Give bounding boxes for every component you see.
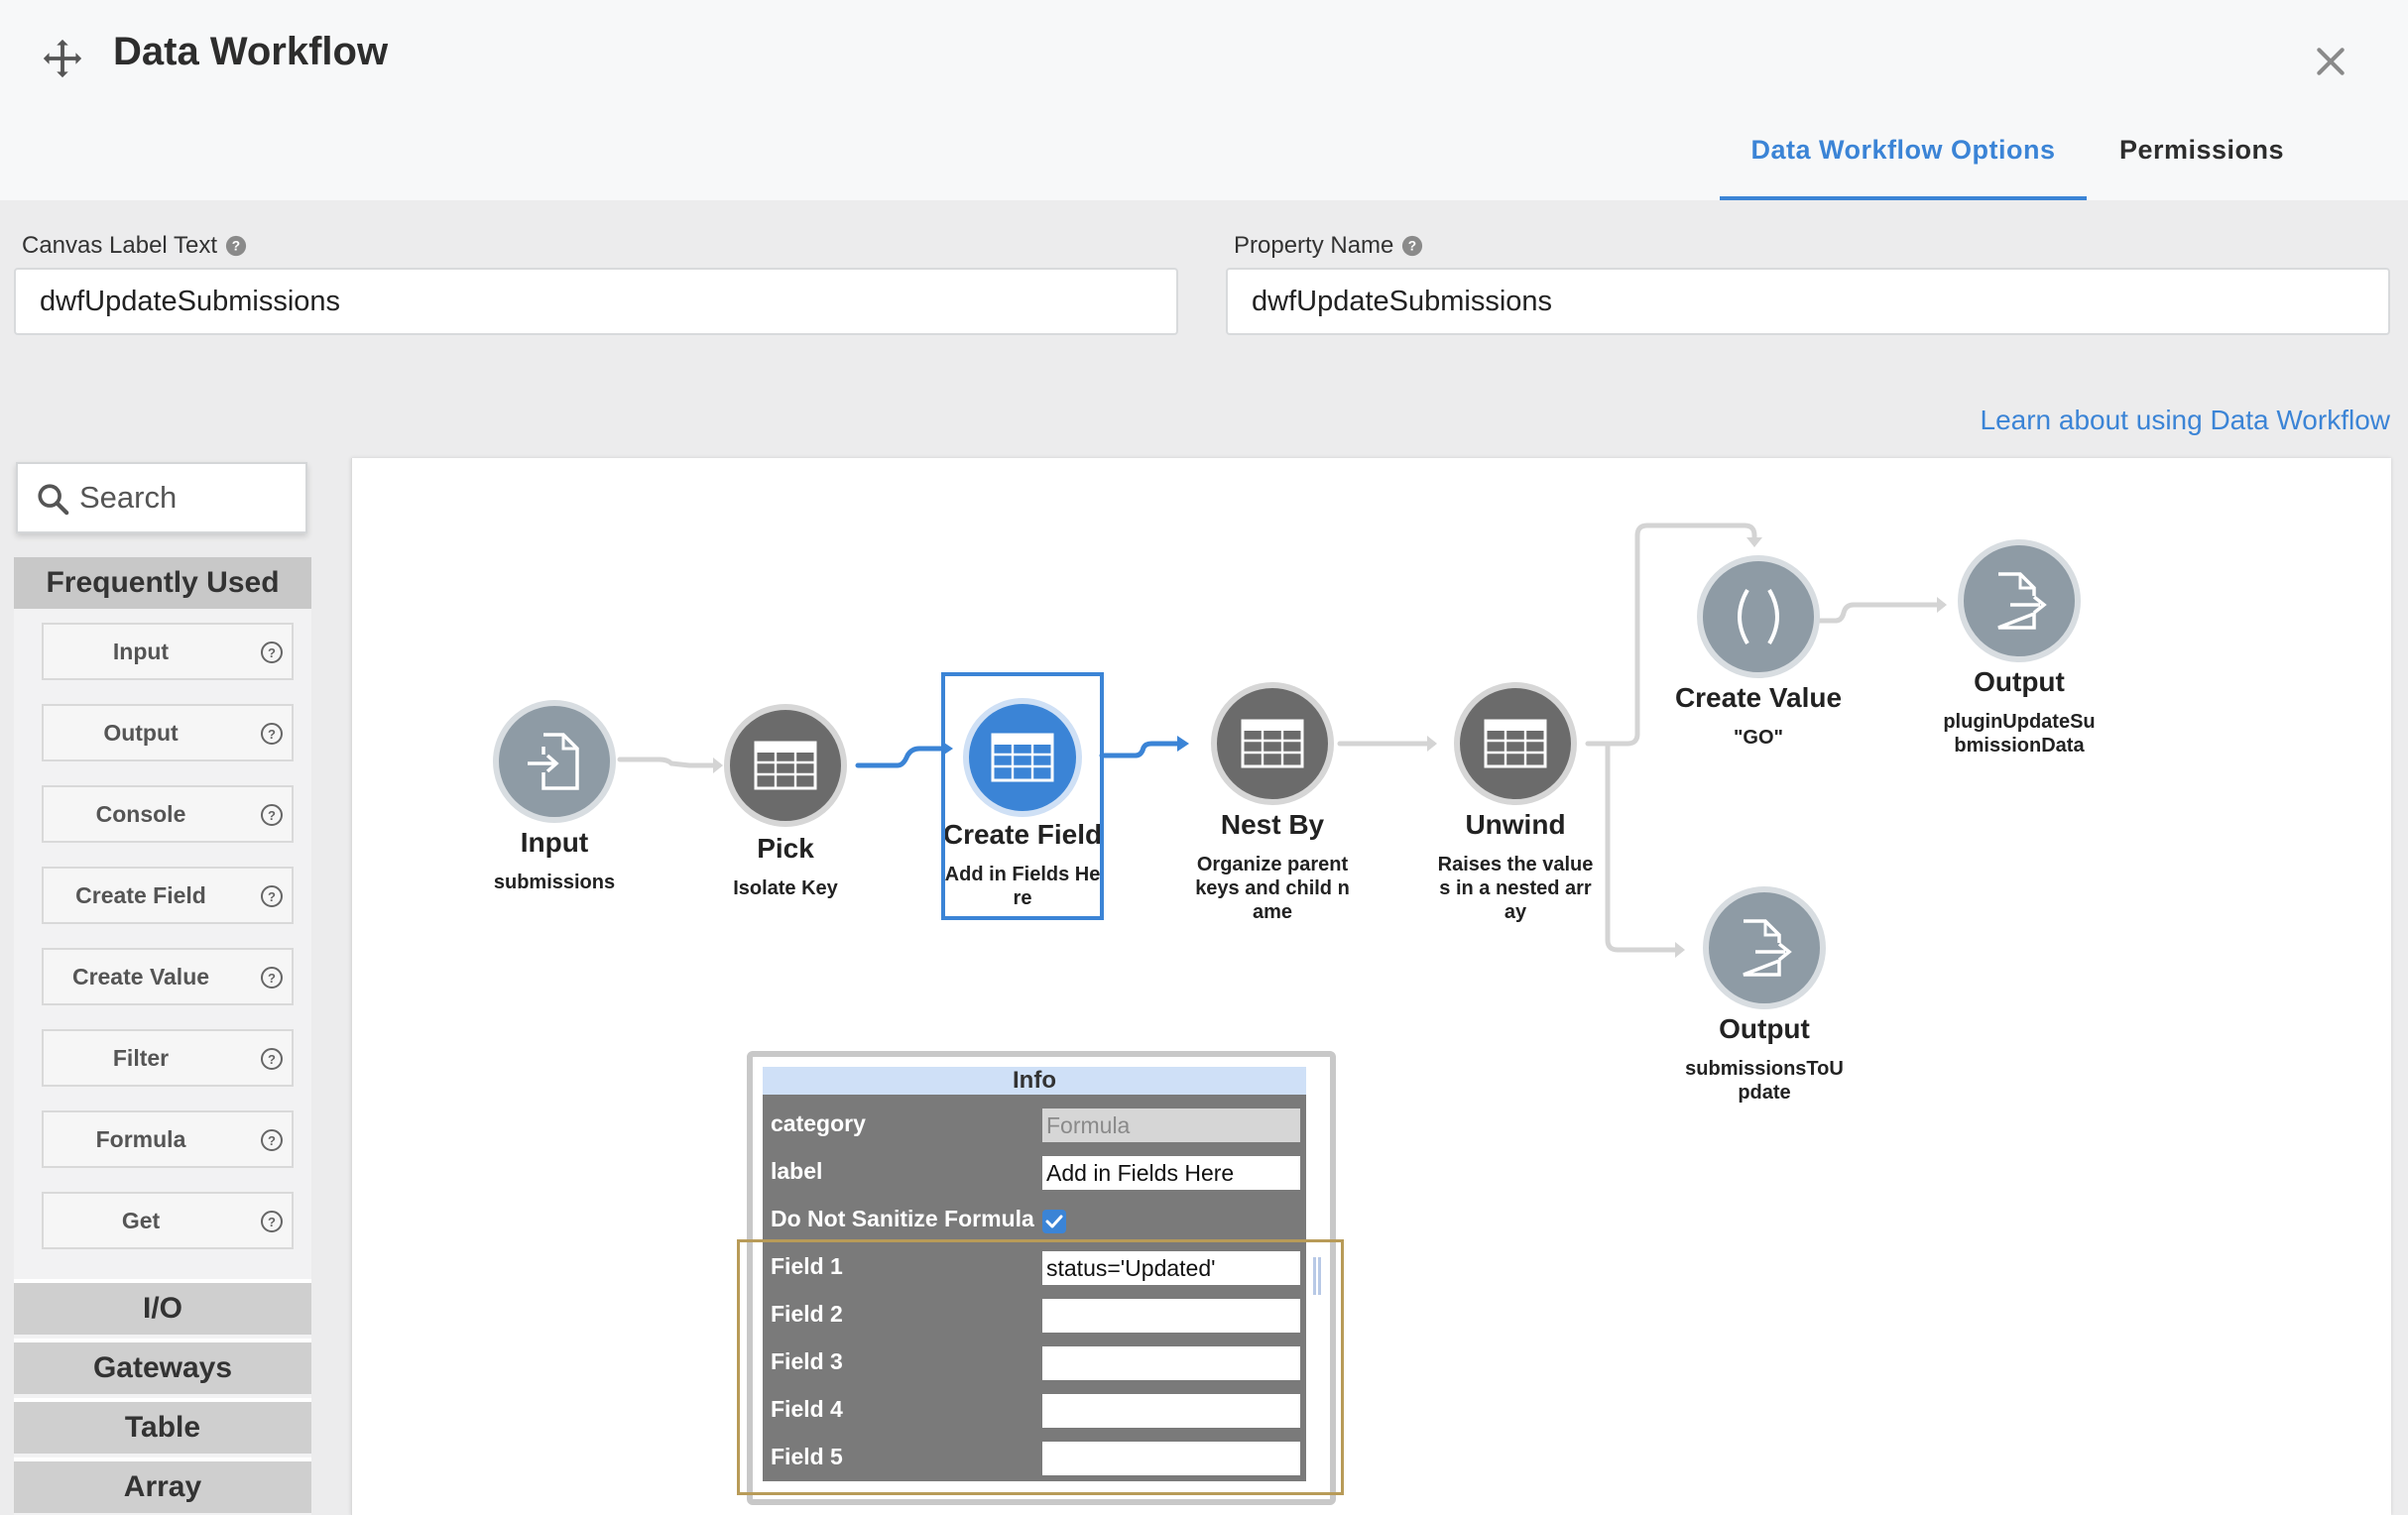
palette-item-output[interactable]: Output? (42, 704, 294, 761)
help-icon[interactable]: ? (260, 884, 284, 908)
edge-input-pick (617, 757, 722, 768)
info-value-input: Formula (1042, 1108, 1300, 1142)
palette-item-label: Create Value (71, 964, 210, 990)
edge-createvalue-output (1813, 602, 1946, 624)
svg-text:?: ? (232, 239, 240, 254)
help-icon[interactable]: ? (260, 803, 284, 827)
palette-item-label: Console (95, 801, 186, 827)
palette-item-label: Input (112, 639, 170, 664)
info-header: Info (763, 1067, 1306, 1095)
svg-text:?: ? (268, 1215, 276, 1229)
tab-data-workflow-options[interactable]: Data Workflow Options (1720, 135, 2087, 200)
category-io[interactable]: I/O (14, 1279, 311, 1335)
info-key: label (771, 1158, 823, 1184)
info-key: Do Not Sanitize Formula (771, 1206, 1034, 1231)
node-subtitle: Organize parent keys and child name (1195, 854, 1350, 923)
file-export-icon[interactable] (1958, 539, 2081, 662)
fields-highlight (737, 1239, 1344, 1495)
palette-item-create-field[interactable]: Create Field? (42, 867, 294, 924)
palette-item-label: Get (121, 1208, 161, 1233)
node-title: Create Value (1674, 682, 1843, 713)
svg-text:?: ? (1408, 239, 1416, 254)
tab-permissions[interactable]: Permissions (2103, 135, 2301, 166)
close-icon[interactable] (2311, 42, 2350, 81)
node-title: Unwind (1465, 809, 1566, 840)
node-subtitle: submissionsToUpdate (1685, 1058, 1844, 1104)
search-placeholder: Search (79, 480, 178, 515)
category-gateways[interactable]: Gateways (14, 1339, 311, 1394)
search-icon (38, 484, 69, 516)
palette-item-label: Filter (112, 1045, 170, 1071)
canvas-label-text-caption: Canvas Label Text (22, 232, 218, 259)
palette-item-create-value[interactable]: Create Value? (42, 948, 294, 1005)
node-subtitle: "GO" (1733, 727, 1784, 749)
workflow-edges (617, 523, 1947, 958)
file-import-icon[interactable] (493, 700, 616, 823)
node-subtitle: pluginUpdateSubmissionData (1943, 711, 2096, 757)
palette-item-input[interactable]: Input? (42, 623, 294, 680)
help-icon[interactable]: ? (225, 235, 247, 257)
node-subtitle: Isolate Key (733, 877, 838, 899)
table-icon[interactable] (1211, 682, 1334, 805)
move-icon[interactable] (40, 36, 85, 81)
node-title: Input (520, 827, 589, 858)
table-icon[interactable] (1454, 682, 1577, 805)
help-icon[interactable]: ? (260, 1047, 284, 1071)
svg-text:?: ? (268, 1133, 276, 1148)
node-title: Output (1974, 666, 2065, 697)
edge-pick-createfield (855, 746, 950, 768)
resize-handle-icon[interactable] (1312, 1257, 1322, 1295)
learn-link[interactable]: Learn about using Data Workflow (1981, 405, 2391, 436)
svg-text:?: ? (268, 1052, 276, 1067)
svg-text:?: ? (268, 889, 276, 904)
frequently-used-header[interactable]: Frequently Used (14, 557, 311, 609)
canvas-label-text-label: Canvas Label Text ? (22, 232, 247, 260)
selected-node-highlight (941, 672, 1104, 920)
node-palette: Frequently Used Input? Output? Console? Cre… (14, 557, 311, 1515)
property-name-label: Property Name ? (1234, 232, 1423, 260)
category-array[interactable]: Array (14, 1457, 311, 1513)
help-icon[interactable]: ? (260, 1210, 284, 1233)
help-icon[interactable]: ? (1401, 235, 1423, 257)
property-name-input[interactable]: dwfUpdateSubmissions (1226, 268, 2390, 335)
svg-text:?: ? (268, 808, 276, 823)
svg-text:?: ? (268, 727, 276, 742)
modal-header: Data Workflow Data Workflow Options Perm… (0, 0, 2408, 201)
node-subtitle: submissions (493, 872, 616, 893)
svg-text:?: ? (268, 645, 276, 660)
edge-createfield-nestby (1099, 741, 1186, 758)
palette-item-get[interactable]: Get? (42, 1192, 294, 1249)
info-row: Do Not Sanitize Formula (763, 1196, 1306, 1243)
file-export-icon[interactable] (1703, 886, 1826, 1009)
help-icon[interactable]: ? (260, 966, 284, 990)
modal-title: Data Workflow (113, 30, 389, 73)
palette-item-label: Create Field (75, 882, 206, 908)
node-subtitle: Raises the values in a nested array (1437, 854, 1594, 923)
node-title: Nest By (1220, 809, 1325, 840)
help-icon[interactable]: ? (260, 1128, 284, 1152)
palette-item-formula[interactable]: Formula? (42, 1110, 294, 1168)
info-value-input[interactable]: Add in Fields Here (1042, 1156, 1300, 1190)
info-key: category (771, 1110, 866, 1136)
node-title: Pick (757, 833, 814, 864)
search-input[interactable]: Search (16, 462, 307, 533)
info-row: label Add in Fields Here (763, 1148, 1306, 1196)
info-row: category Formula (763, 1101, 1306, 1148)
palette-item-label: Output (103, 720, 179, 746)
table-icon[interactable] (724, 704, 847, 827)
property-name-caption: Property Name (1234, 232, 1394, 259)
palette-item-label: Formula (95, 1126, 186, 1152)
workflow-canvas[interactable]: Input submissions Pick Isolate Key Create Fi… (351, 458, 2391, 1515)
palette-item-console[interactable]: Console? (42, 785, 294, 843)
help-icon[interactable]: ? (260, 641, 284, 664)
help-icon[interactable]: ? (260, 722, 284, 746)
node-title: Output (1719, 1013, 1810, 1044)
svg-text:?: ? (268, 971, 276, 986)
category-table[interactable]: Table (14, 1398, 311, 1454)
edge-unwind-output (1605, 743, 1684, 953)
parentheses-icon[interactable] (1697, 555, 1820, 678)
palette-item-filter[interactable]: Filter? (42, 1029, 294, 1087)
do-not-sanitize-checkbox[interactable] (1042, 1210, 1066, 1233)
canvas-label-text-input[interactable]: dwfUpdateSubmissions (14, 268, 1178, 335)
